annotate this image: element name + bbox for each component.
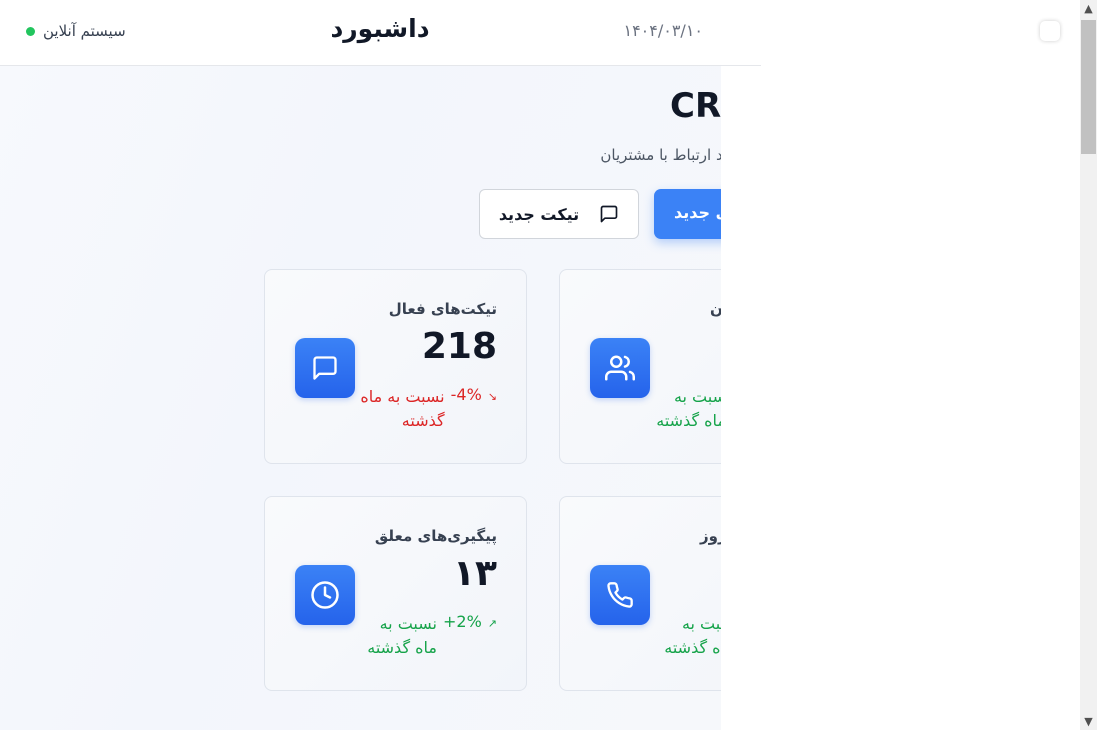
stat-card-pending-followups: پیگیری‌های معلق ۱۳ ↗ +2% نسبت به ماه گذش…: [264, 496, 527, 691]
change-percent: -4%: [450, 385, 482, 404]
phone-icon: [607, 582, 633, 608]
chat-icon: [313, 356, 337, 380]
vertical-scrollbar[interactable]: ▲ ▼: [1080, 0, 1097, 730]
stat-card-calls-today: روز سبت به ماه گذشته: [559, 496, 721, 691]
card-icon-box: [590, 565, 650, 625]
crm-subtitle: ند ارتباط با مشتریان: [600, 146, 721, 164]
new-ticket-button[interactable]: تیکت جدید: [479, 189, 639, 239]
stat-card-customers: ن سبت به ماه گذشته: [559, 269, 721, 464]
card-change: ↗ +2% نسبت به ماه گذشته: [357, 612, 497, 660]
card-value: 218: [421, 326, 497, 367]
card-icon-box: [590, 338, 650, 398]
card-label: روز: [700, 527, 721, 545]
trending-down-icon: ↘: [487, 390, 497, 403]
new-ticket-label: تیکت جدید: [498, 204, 580, 224]
change-note: نسبت به ماه گذشته: [367, 614, 437, 657]
scroll-down-arrow-icon[interactable]: ▼: [1080, 713, 1097, 730]
new-customer-label: ی جدید: [674, 203, 721, 222]
page-title: داشبورد: [330, 14, 430, 43]
scrollbar-thumb[interactable]: [1081, 20, 1096, 154]
card-label: پیگیری‌های معلق: [374, 527, 497, 545]
card-change: ↘ -4% نسبت به ماه گذشته: [355, 385, 497, 433]
side-panel: [761, 0, 1081, 730]
system-status: سیستم آنلاین: [26, 22, 126, 40]
card-icon-box: [295, 565, 355, 625]
card-label: ن: [710, 300, 721, 318]
card-icon-box: [295, 338, 355, 398]
change-note: نسبت به ماه گذشته: [360, 387, 445, 430]
card-change: سبت به ماه گذشته: [656, 385, 721, 433]
main-content[interactable]: CR ند ارتباط با مشتریان تیکت جدید ی جدید…: [0, 66, 721, 730]
message-square-icon: [600, 205, 618, 223]
current-date: ۱۴۰۴/۰۳/۱۰: [623, 21, 703, 40]
trending-up-icon: ↗: [487, 617, 497, 630]
crm-title: CR: [670, 86, 721, 126]
new-customer-button[interactable]: ی جدید: [654, 189, 721, 239]
users-icon: [605, 355, 635, 381]
clock-icon: [311, 581, 339, 609]
scroll-up-arrow-icon[interactable]: ▲: [1080, 0, 1097, 17]
change-percent: +2%: [442, 612, 482, 631]
top-header: سیستم آنلاین داشبورد ۱۴۰۴/۰۳/۱۰: [0, 0, 761, 66]
panel-toggle-checkbox[interactable]: [1040, 21, 1060, 41]
change-note: سبت به ماه گذشته: [664, 614, 721, 657]
stat-card-active-tickets: تیکت‌های فعال 218 ↘ -4% نسبت به ماه گذشت…: [264, 269, 527, 464]
status-label: سیستم آنلاین: [43, 22, 126, 40]
change-note: سبت به ماه گذشته: [656, 387, 721, 430]
online-indicator-icon: [26, 26, 35, 36]
card-label: تیکت‌های فعال: [388, 300, 497, 318]
card-value: ۱۳: [453, 553, 497, 594]
card-change: سبت به ماه گذشته: [664, 612, 721, 660]
